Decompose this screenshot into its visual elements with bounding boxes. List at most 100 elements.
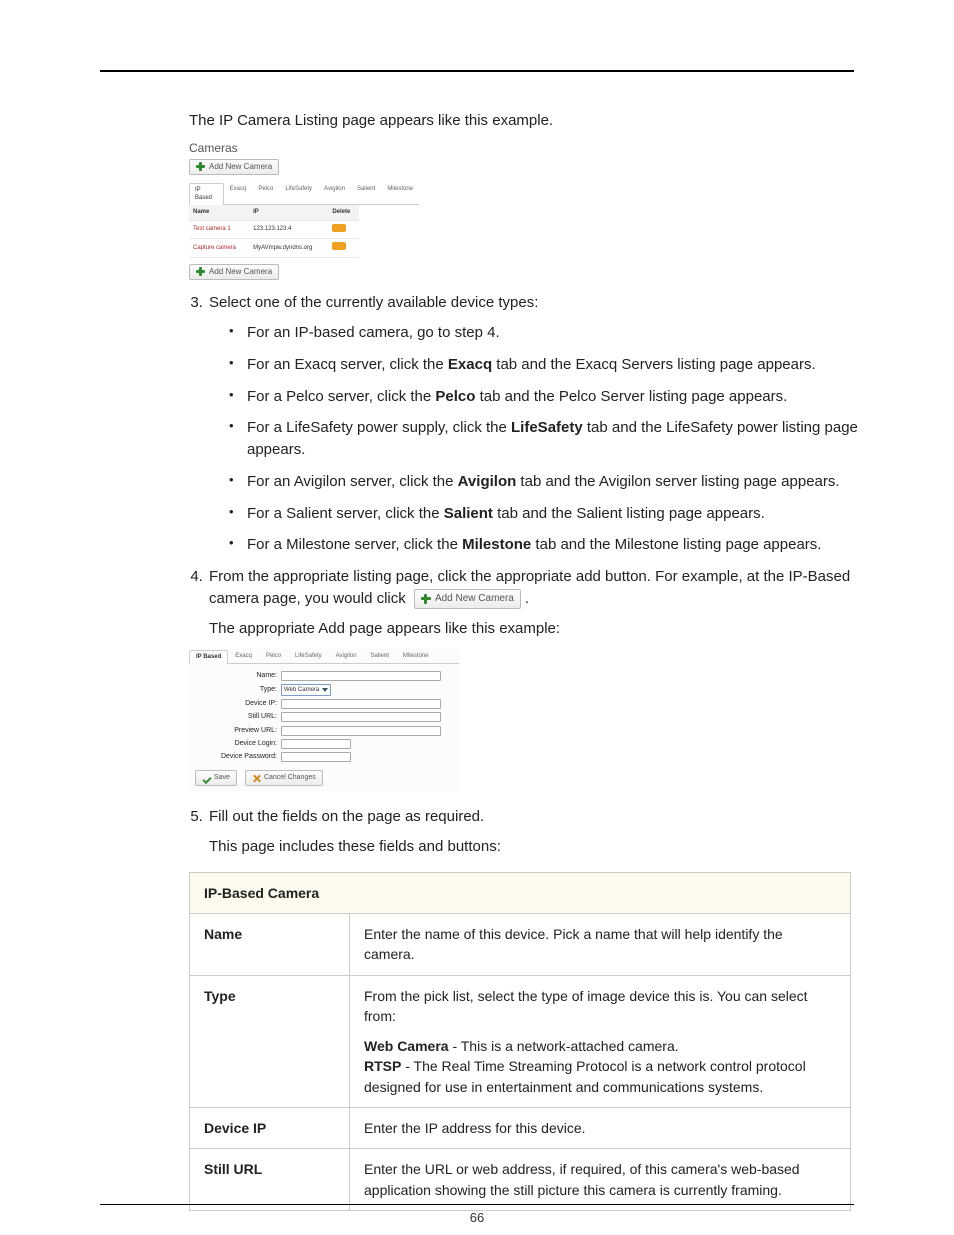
tab-exacq[interactable]: Exacq [224,182,253,204]
form-row-preview-url: Preview URL: [189,726,459,736]
label-preview-url: Preview URL: [189,726,281,736]
plus-icon [196,162,205,171]
label-still-url: Still URL: [189,712,281,722]
text: For a LifeSafety power supply, click the [247,419,511,436]
table-row: Device IP Enter the IP address for this … [190,1108,851,1149]
preview-url-input[interactable] [281,726,441,736]
web-camera-bold: Web Camera [364,1038,449,1054]
device-ip-input[interactable] [281,699,441,709]
rtsp-bold: RTSP [364,1058,401,1074]
type-intro: From the pick list, select the type of i… [364,986,836,1027]
bold-label: Exacq [448,356,492,373]
save-button[interactable]: Save [195,770,237,786]
form-row-device-login: Device Login: [189,739,459,749]
form-row-device-ip: Device IP: [189,699,459,709]
intro-line: The IP Camera Listing page appears like … [189,110,865,132]
plus-icon [196,267,205,276]
form-row-name: Name: [189,671,459,681]
cancel-button[interactable]: Cancel Changes [245,770,323,786]
add-new-camera-button-inline[interactable]: Add New Camera [414,589,521,610]
delete-button[interactable] [332,224,346,232]
step-4: From the appropriate listing page, click… [207,566,865,639]
step3-lead: Select one of the currently available de… [209,292,865,314]
cancel-label: Cancel Changes [264,773,316,783]
page-content: The IP Camera Listing page appears like … [155,110,865,1211]
check-icon [202,774,211,783]
tab-lifesafety[interactable]: LifeSafety [279,182,318,204]
list-item: For a LifeSafety power supply, click the… [229,417,865,461]
text: tab and the Pelco Server listing page ap… [475,388,787,405]
field-key: Still URL [190,1149,350,1211]
table-row: Still URL Enter the URL or web address, … [190,1149,851,1211]
field-desc: Enter the name of this device. Pick a na… [350,913,851,975]
text: For an IP-based camera, go to step 4. [247,324,500,341]
tab-salient[interactable]: Salient [351,182,381,204]
list-item: For an Exacq server, click the Exacq tab… [229,354,865,376]
chevron-down-icon [322,688,328,692]
step5-line1: Fill out the fields on the page as requi… [209,806,865,828]
step-3: Select one of the currently available de… [207,292,865,556]
table-row: Type From the pick list, select the type… [190,975,851,1107]
field-desc: From the pick list, select the type of i… [350,975,851,1107]
tab-milestone[interactable]: Milestone [381,182,419,204]
field-key: Name [190,913,350,975]
form-row-type: Type: Web Camera [189,684,459,696]
delete-button[interactable] [332,242,346,250]
bold-label: Salient [444,505,493,522]
bold-label: Pelco [435,388,475,405]
text: For a Salient server, click the [247,505,444,522]
label-device-ip: Device IP: [189,699,281,709]
page-top-rule [100,70,854,72]
table-section-header: IP-Based Camera [190,872,851,913]
tab-pelco[interactable]: Pelco [259,649,288,663]
camera-ip: 123.123.123.4 [249,220,328,239]
text: tab and the Salient listing page appears… [493,505,765,522]
plus-icon [421,594,431,604]
tab-ip-based[interactable]: IP Based [189,183,224,205]
screenshot-camera-listing: Cameras Add New Camera IP Based Exacq Pe… [189,140,419,281]
ordered-steps-cont: Fill out the fields on the page as requi… [155,806,865,858]
device-password-input[interactable] [281,752,351,762]
tab-salient[interactable]: Salient [364,649,396,663]
list-item: For a Pelco server, click the Pelco tab … [229,386,865,408]
add-new-camera-label: Add New Camera [435,592,514,607]
tab-avigilon[interactable]: Avigilon [329,649,364,663]
camera-name-link[interactable]: Test camera 1 [189,220,249,239]
tab-ip-based[interactable]: IP Based [189,650,228,664]
form-buttons: Save Cancel Changes [195,770,459,786]
step4-line1: From the appropriate listing page, click… [209,566,865,610]
fields-table-wrap: IP-Based Camera Name Enter the name of t… [189,872,865,1211]
list-item: For a Salient server, click the Salient … [229,503,865,525]
step-5: Fill out the fields on the page as requi… [207,806,865,858]
still-url-input[interactable] [281,712,441,722]
field-desc: Enter the URL or web address, if require… [350,1149,851,1211]
type-select[interactable]: Web Camera [281,684,331,696]
add-new-camera-button[interactable]: Add New Camera [189,159,279,175]
field-key: Type [190,975,350,1107]
ordered-steps: Select one of the currently available de… [155,292,865,639]
label-type: Type: [189,685,281,695]
camera-table: Name IP Delete Test camera 1 123.123.123… [189,205,359,258]
form-row-device-password: Device Password: [189,752,459,762]
label-name: Name: [189,671,281,681]
step3-sublist: For an IP-based camera, go to step 4. Fo… [229,322,865,556]
add-new-camera-label: Add New Camera [209,161,272,173]
table-row: Test camera 1 123.123.123.4 [189,220,359,239]
page-number: 66 [0,1210,954,1225]
tab-avigilon[interactable]: Avigilon [318,182,351,204]
tab-milestone[interactable]: Milestone [396,649,436,663]
text: For an Exacq server, click the [247,356,448,373]
tab-exacq[interactable]: Exacq [228,649,259,663]
shot1-title: Cameras [189,140,419,157]
shot2-tabs: IP Based Exacq Pelco LifeSafety Avigilon… [189,649,459,664]
add-new-camera-button-bottom[interactable]: Add New Camera [189,264,279,280]
name-input[interactable] [281,671,441,681]
text: . [525,590,529,607]
fields-table: IP-Based Camera Name Enter the name of t… [189,872,851,1211]
step5-line2: This page includes these fields and butt… [209,836,865,858]
list-item: For an Avigilon server, click the Avigil… [229,471,865,493]
tab-pelco[interactable]: Pelco [252,182,279,204]
device-login-input[interactable] [281,739,351,749]
tab-lifesafety[interactable]: LifeSafety [288,649,329,663]
camera-name-link[interactable]: Capture camera [189,239,249,258]
